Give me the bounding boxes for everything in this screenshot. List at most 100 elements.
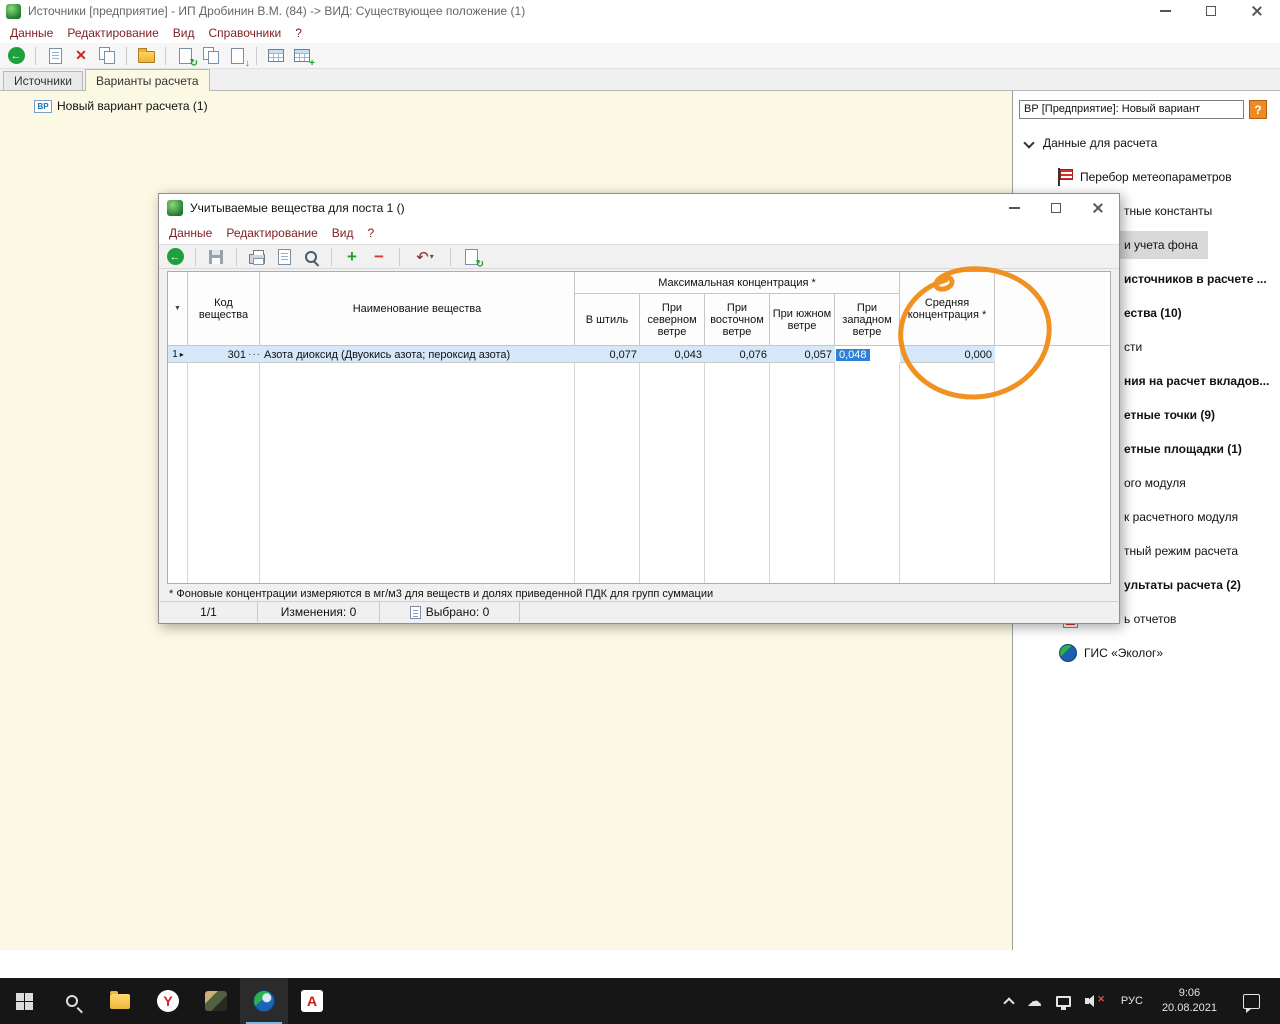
west-value-cell-editing[interactable]: 0,048 — [835, 346, 900, 363]
remove-icon[interactable]: − — [369, 247, 389, 267]
add-icon[interactable]: + — [342, 247, 362, 267]
dialog-statusbar: 1/1 Изменения: 0 Выбрано: 0 — [160, 601, 1118, 622]
dialog-menu-edit[interactable]: Редактирование — [226, 226, 317, 240]
save-icon[interactable] — [206, 247, 226, 267]
header-average-concentration: Средняя концентрация * — [900, 272, 995, 346]
page-icon — [231, 48, 244, 64]
open-folder-icon[interactable] — [136, 46, 156, 66]
taskbar-search-button[interactable] — [48, 978, 96, 1024]
south-value-cell[interactable]: 0,057 — [770, 346, 835, 363]
ecolog-app-button[interactable] — [240, 978, 288, 1024]
close-icon — [1092, 202, 1104, 214]
back-icon[interactable]: ← — [165, 247, 185, 267]
export-icon[interactable]: ↓ — [227, 46, 247, 66]
grid-icon — [268, 49, 284, 62]
disk-icon — [209, 250, 223, 264]
toolbar-separator — [256, 47, 257, 65]
new-icon[interactable] — [45, 46, 65, 66]
network-tray-button[interactable] — [1049, 978, 1078, 1024]
dialog-menu-data[interactable]: Данные — [169, 226, 212, 240]
panel-help-button[interactable]: ? — [1249, 100, 1267, 119]
window-controls — [1142, 0, 1280, 22]
menu-data[interactable]: Данные — [10, 26, 53, 40]
copy-icon[interactable] — [97, 46, 117, 66]
header-filler — [995, 272, 1110, 346]
tree-item-gis-ecolog[interactable]: ГИС «Эколог» — [1013, 636, 1280, 670]
action-center-button[interactable] — [1227, 978, 1276, 1024]
close-button[interactable] — [1234, 0, 1280, 22]
ecolog-icon — [253, 990, 275, 1012]
substance-name-cell[interactable]: Азота диоксид (Двуокись азота; пероксид … — [260, 346, 575, 363]
recalc-icon[interactable]: ↻ — [175, 46, 195, 66]
pinned-app-button[interactable] — [192, 978, 240, 1024]
cloud-icon: ☁ — [1027, 992, 1042, 1010]
onedrive-tray-button[interactable]: ☁ — [1020, 978, 1049, 1024]
copy-pages-icon[interactable] — [201, 46, 221, 66]
back-arrow-icon: ← — [167, 248, 184, 265]
header-south-wind: При южном ветре — [770, 294, 835, 346]
app-icon — [205, 991, 227, 1011]
yandex-browser-button[interactable]: Y — [144, 978, 192, 1024]
tray-expand-button[interactable] — [998, 978, 1020, 1024]
window-bottom-strip — [0, 950, 1280, 978]
undo-icon[interactable]: ↶▾ — [410, 247, 440, 267]
acrobat-button[interactable]: A — [288, 978, 336, 1024]
desktop: Источники [предприятие] - ИП Дробинин В.… — [0, 0, 1280, 1024]
table-icon[interactable] — [266, 46, 286, 66]
grid-line — [259, 346, 260, 583]
dialog-menu-help[interactable]: ? — [368, 226, 375, 240]
menu-view[interactable]: Вид — [173, 26, 195, 40]
north-value-cell[interactable]: 0,043 — [640, 346, 705, 363]
east-value-cell[interactable]: 0,076 — [705, 346, 770, 363]
table-report-icon[interactable]: + — [292, 46, 312, 66]
dialog-maximize-button[interactable] — [1035, 194, 1077, 222]
code-cell[interactable]: 301 ··· — [188, 346, 260, 363]
filter-icon[interactable]: ▼ — [174, 303, 181, 315]
dialog-title: Учитываемые вещества для поста 1 () — [190, 201, 405, 215]
magnifier-icon — [303, 249, 319, 265]
file-explorer-button[interactable] — [96, 978, 144, 1024]
dialog-close-button[interactable] — [1077, 194, 1119, 222]
clock[interactable]: 9:06 20.08.2021 — [1152, 986, 1227, 1016]
start-button[interactable] — [0, 978, 48, 1024]
grid-line — [704, 346, 705, 583]
calm-value-cell[interactable]: 0,077 — [575, 346, 640, 363]
maximize-button[interactable] — [1188, 0, 1234, 22]
minimize-button[interactable] — [1142, 0, 1188, 22]
grid-icon — [294, 49, 310, 62]
dialog-menubar: Данные Редактирование Вид ? — [159, 222, 1119, 244]
ellipsis-button[interactable]: ··· — [248, 349, 260, 360]
back-arrow-icon: ← — [8, 47, 25, 64]
print-icon[interactable] — [247, 247, 267, 267]
variant-path-field[interactable]: ВР [Предприятие]: Новый вариант — [1019, 100, 1244, 119]
window-title: Источники [предприятие] - ИП Дробинин В.… — [28, 4, 525, 18]
action-center-icon — [1243, 994, 1260, 1009]
tab-calculation-variants[interactable]: Варианты расчета — [85, 69, 210, 91]
time-label: 9:06 — [1179, 986, 1200, 1001]
record-position: 1/1 — [160, 602, 258, 622]
tree-item-meteo[interactable]: Перебор метеопараметров — [1013, 160, 1280, 194]
menu-edit[interactable]: Редактирование — [67, 26, 158, 40]
folder-icon — [110, 994, 130, 1009]
preview-icon[interactable] — [274, 247, 294, 267]
tab-sources[interactable]: Источники — [3, 71, 83, 90]
dialog-menu-view[interactable]: Вид — [332, 226, 354, 240]
volume-tray-button[interactable]: ✕ — [1078, 978, 1112, 1024]
back-icon[interactable]: ← — [6, 46, 26, 66]
average-value-cell[interactable]: 0,000 — [900, 346, 995, 363]
header-calm: В штиль — [575, 294, 640, 346]
tree-item-calc-data[interactable]: Данные для расчета — [1013, 126, 1280, 160]
dialog-minimize-button[interactable] — [993, 194, 1035, 222]
header-name: Наименование вещества — [260, 272, 575, 346]
menu-help[interactable]: ? — [295, 26, 302, 40]
header-north-wind: При северном ветре — [640, 294, 705, 346]
refresh-icon[interactable]: ↻ — [461, 247, 481, 267]
delete-icon[interactable]: ✕ — [71, 46, 91, 66]
acrobat-icon: A — [301, 990, 323, 1012]
menu-references[interactable]: Справочники — [209, 26, 282, 40]
row-indicator-cell[interactable]: 1 ▸ — [168, 346, 188, 363]
variant-tree-node[interactable]: ВР Новый вариант расчета (1) — [34, 99, 208, 113]
language-indicator[interactable]: РУС — [1112, 978, 1152, 1024]
selected-counter: Выбрано: 0 — [380, 602, 520, 622]
search-icon[interactable] — [301, 247, 321, 267]
